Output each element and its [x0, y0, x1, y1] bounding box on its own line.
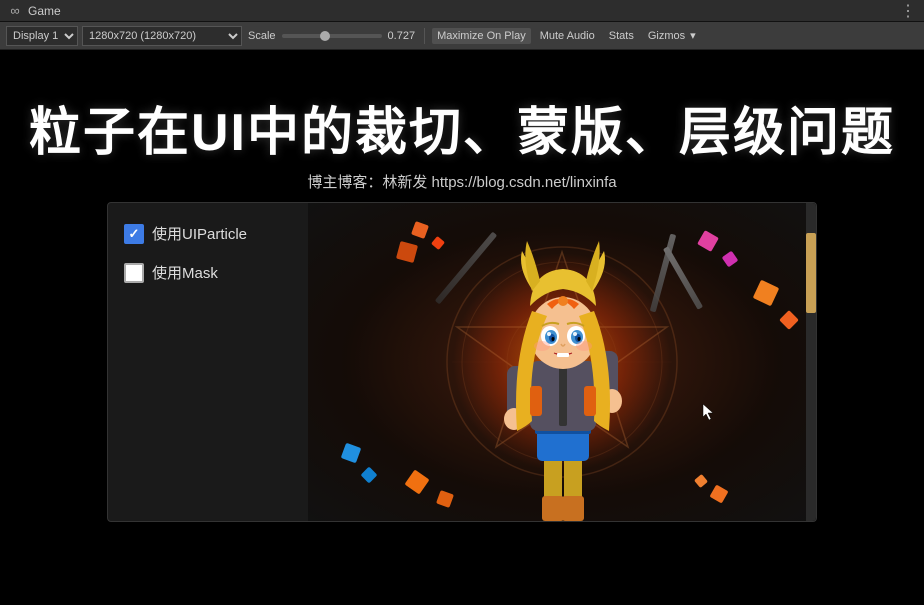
scrollbar-track	[806, 203, 816, 521]
subtitle: 博主博客：林新发 https://blog.csdn.net/linxinfa	[29, 171, 895, 192]
title-bar-menu-icon[interactable]: ⋮	[900, 1, 916, 21]
display-select[interactable]: Display 1	[6, 26, 78, 46]
checkbox-label-1: 使用Mask	[152, 262, 218, 283]
gizmos-button[interactable]: Gizmos ▾	[643, 27, 701, 44]
scale-value: 0.727	[388, 30, 416, 42]
scene-area	[308, 203, 816, 521]
title-area: 粒子在UI中的裁切、蒙版、层级问题 博主博客：林新发 https://blog.…	[29, 50, 895, 202]
checkbox-uiparticle[interactable]	[124, 224, 144, 244]
scrollbar-thumb[interactable]	[806, 233, 816, 313]
title-bar-label: Game	[28, 4, 900, 18]
scale-container: Scale 0.727	[246, 30, 417, 42]
cursor-icon	[702, 403, 716, 421]
main-content: 粒子在UI中的裁切、蒙版、层级问题 博主博客：林新发 https://blog.…	[0, 50, 924, 605]
scale-slider[interactable]	[282, 34, 382, 38]
mute-audio-button[interactable]: Mute Audio	[535, 28, 600, 44]
game-icon: ∞	[8, 4, 22, 18]
checkbox-row-0[interactable]: 使用UIParticle	[124, 223, 292, 244]
maximize-on-play-button[interactable]: Maximize On Play	[432, 28, 531, 44]
character	[472, 231, 652, 521]
controls-panel: 使用UIParticle 使用Mask	[108, 203, 308, 521]
title-bar: ∞ Game ⋮	[0, 0, 924, 22]
toolbar: Display 1 1280x720 (1280x720) Scale 0.72…	[0, 22, 924, 50]
scale-slider-thumb[interactable]	[320, 31, 330, 41]
cursor	[702, 403, 716, 426]
stats-button[interactable]: Stats	[604, 28, 639, 44]
toolbar-divider-1	[424, 28, 425, 44]
scale-label: Scale	[248, 30, 276, 42]
infinity-icon: ∞	[10, 3, 19, 18]
resolution-select[interactable]: 1280x720 (1280x720)	[82, 26, 242, 46]
checkbox-label-0: 使用UIParticle	[152, 223, 247, 244]
checkbox-row-1[interactable]: 使用Mask	[124, 262, 292, 283]
checkbox-mask[interactable]	[124, 263, 144, 283]
game-panel: 使用UIParticle 使用Mask	[107, 202, 817, 522]
main-title: 粒子在UI中的裁切、蒙版、层级问题	[29, 90, 895, 165]
